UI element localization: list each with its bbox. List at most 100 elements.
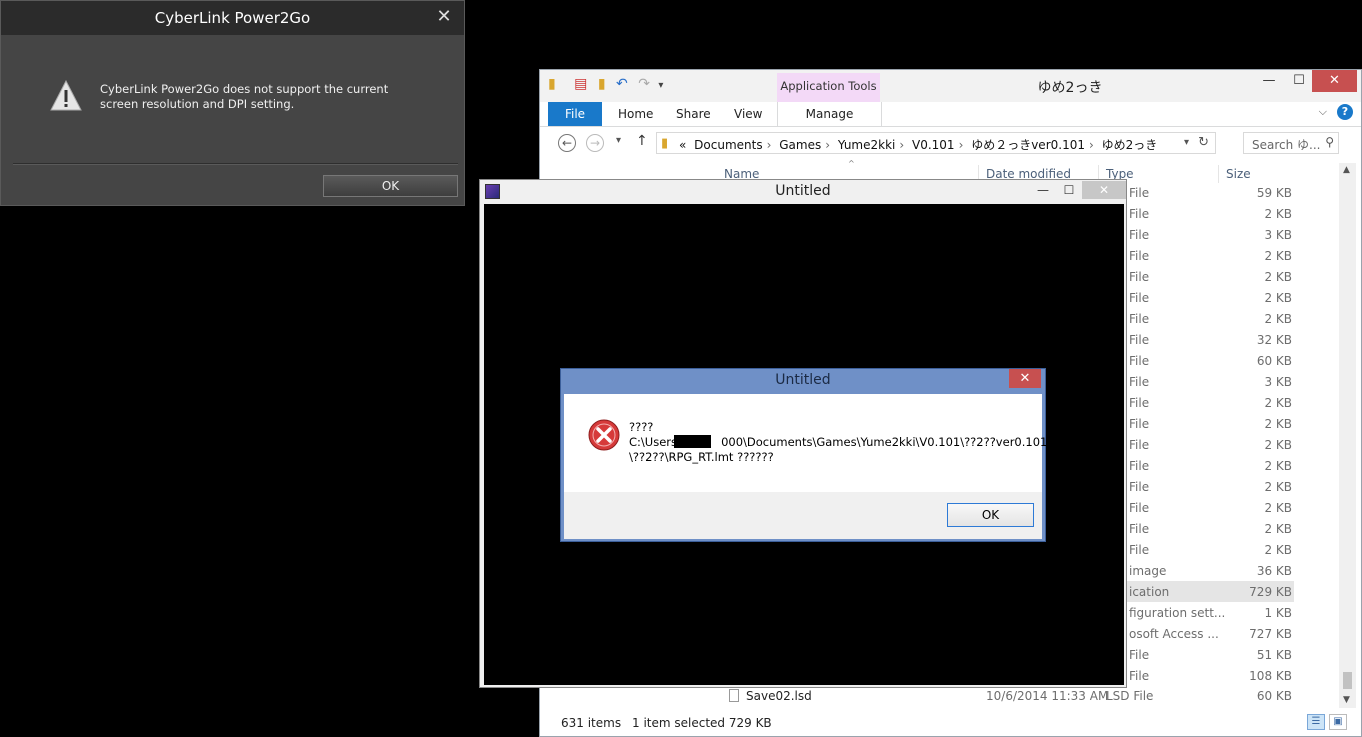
close-button[interactable]: ✕ <box>1312 70 1357 92</box>
file-size: 2 KB <box>1264 207 1292 221</box>
app-icon <box>485 184 500 199</box>
details-view-icon[interactable]: ☰ <box>1307 714 1325 730</box>
undo-icon[interactable]: ↶ <box>616 76 628 92</box>
file-size: 3 KB <box>1264 375 1292 389</box>
divider <box>13 163 458 165</box>
file-date: 10/6/2014 11:33 AM <box>986 689 1109 703</box>
error-title: Untitled <box>775 372 831 388</box>
file-type: image <box>1129 564 1167 578</box>
breadcrumb-item[interactable]: Yume2kki <box>838 138 896 152</box>
file-name[interactable]: Save02.lsd <box>746 689 812 703</box>
search-box[interactable]: Search ゆ... ⚲ <box>1243 132 1339 154</box>
file-type: File <box>1129 249 1150 263</box>
explorer-titlebar: ▮ ▤ ▮ ↶ ↷ ▾ Application Tools ゆめ2っき — ☐ … <box>540 70 1361 102</box>
up-arrow-icon[interactable]: ↑ <box>636 133 648 149</box>
close-button[interactable]: ✕ <box>1009 369 1041 388</box>
ok-button[interactable]: OK <box>947 503 1034 527</box>
ok-button[interactable]: OK <box>323 175 458 197</box>
help-icon[interactable]: ? <box>1337 104 1353 120</box>
close-button[interactable]: ✕ <box>1082 181 1126 199</box>
file-size: 32 KB <box>1256 333 1292 347</box>
file-size: 2 KB <box>1264 417 1292 431</box>
cyberlink-message: CyberLink Power2Go does not support the … <box>100 82 389 111</box>
address-bar[interactable]: ▮ « Documents › Games › Yume2kki › V0.101 › … <box>656 132 1216 154</box>
quick-access-toolbar: ▮ ▤ ▮ ↶ ↷ ▾ <box>548 76 663 96</box>
tab-share[interactable]: Share <box>676 102 711 126</box>
chevron-down-icon[interactable]: ⌵ <box>1319 105 1327 119</box>
file-size: 60 KB <box>1256 689 1292 703</box>
tab-file[interactable]: File <box>548 102 602 126</box>
forward-icon[interactable]: → <box>586 134 604 152</box>
minimize-button[interactable]: — <box>1030 181 1056 199</box>
minimize-button[interactable]: — <box>1254 70 1284 92</box>
breadcrumb-item[interactable]: ゆめ２っきver0.101 <box>971 138 1085 152</box>
chevron-down-icon[interactable]: ▾ <box>658 80 663 91</box>
warning-icon <box>50 79 82 111</box>
file-type: File <box>1129 417 1150 431</box>
item-count: 631 items <box>561 716 622 730</box>
file-size: 2 KB <box>1264 270 1292 284</box>
recent-locations-icon[interactable]: ▾ <box>616 135 621 146</box>
file-type: File <box>1129 354 1150 368</box>
file-size: 2 KB <box>1264 501 1292 515</box>
cyberlink-dialog: CyberLink Power2Go ✕ CyberLink Power2Go … <box>0 0 465 206</box>
maximize-button[interactable]: ☐ <box>1284 70 1314 92</box>
scrollbar-thumb[interactable] <box>1343 672 1352 689</box>
file-size: 2 KB <box>1264 480 1292 494</box>
file-type: File <box>1129 522 1150 536</box>
tab-view[interactable]: View <box>734 102 762 126</box>
tab-home[interactable]: Home <box>618 102 653 126</box>
breadcrumb-item[interactable]: Games <box>779 138 821 152</box>
file-size: 51 KB <box>1256 648 1292 662</box>
file-type: osoft Access ... <box>1129 627 1219 641</box>
close-icon[interactable]: ✕ <box>434 7 454 27</box>
back-icon[interactable]: ← <box>558 134 576 152</box>
maximize-button[interactable]: ☐ <box>1056 181 1082 199</box>
app-tools-label: Application Tools <box>780 79 877 93</box>
file-type: File <box>1129 228 1150 242</box>
folder-icon[interactable]: ▮ <box>548 76 556 92</box>
file-type: File <box>1129 186 1150 200</box>
file-size: 60 KB <box>1256 354 1292 368</box>
tab-manage[interactable]: Manage <box>777 102 882 126</box>
error-dialog: Untitled ✕ ???? C:\Users\ 000\Documents\… <box>560 368 1047 542</box>
column-divider[interactable] <box>1218 165 1219 183</box>
file-type: File <box>1129 669 1150 683</box>
breadcrumb: « Documents › Games › Yume2kki › V0.101 › ゆめ… <box>679 138 1158 152</box>
file-size: 2 KB <box>1264 249 1292 263</box>
large-icons-view-icon[interactable]: ▣ <box>1329 714 1347 730</box>
file-type: figuration sett... <box>1129 606 1226 620</box>
properties-icon[interactable]: ▤ <box>574 76 587 92</box>
sort-ascending-icon: ^ <box>848 159 855 168</box>
redo-icon[interactable]: ↷ <box>638 76 650 92</box>
explorer-title: ゆめ2っき <box>1037 80 1103 96</box>
file-size: 1 KB <box>1264 606 1292 620</box>
breadcrumb-item[interactable]: ゆめ2っき <box>1102 138 1158 152</box>
breadcrumb-more[interactable]: « <box>679 138 686 152</box>
search-icon[interactable]: ⚲ <box>1325 135 1334 149</box>
column-header-size[interactable]: Size <box>1226 167 1251 181</box>
ribbon-tabs: File Home Share View Manage ⌵ ? <box>540 102 1361 127</box>
navigation-bar: ← → ▾ ↑ ▮ « Documents › Games › Yume2kki › … <box>540 127 1361 159</box>
file-size: 2 KB <box>1264 522 1292 536</box>
breadcrumb-item[interactable]: Documents <box>694 138 762 152</box>
file-type: File <box>1129 396 1150 410</box>
error-footer: OK <box>564 492 1042 539</box>
scroll-down-icon[interactable]: ▼ <box>1343 695 1350 705</box>
rpg-titlebar: Untitled — ☐ ✕ <box>480 180 1126 204</box>
file-size: 727 KB <box>1249 627 1292 641</box>
new-folder-icon[interactable]: ▮ <box>598 76 606 92</box>
vertical-scrollbar[interactable]: ▲ ▼ <box>1339 163 1356 708</box>
scroll-up-icon[interactable]: ▲ <box>1343 165 1350 175</box>
file-icon <box>729 689 739 702</box>
file-type: File <box>1129 480 1150 494</box>
refresh-icon[interactable]: ↻ <box>1198 135 1209 150</box>
chevron-down-icon[interactable]: ▾ <box>1184 137 1189 148</box>
file-size: 2 KB <box>1264 459 1292 473</box>
file-size: 36 KB <box>1256 564 1292 578</box>
file-type: ication <box>1129 585 1170 599</box>
file-size: 2 KB <box>1264 312 1292 326</box>
file-type: File <box>1129 375 1150 389</box>
search-input[interactable]: Search ゆ... <box>1252 136 1321 153</box>
breadcrumb-item[interactable]: V0.101 <box>912 138 955 152</box>
